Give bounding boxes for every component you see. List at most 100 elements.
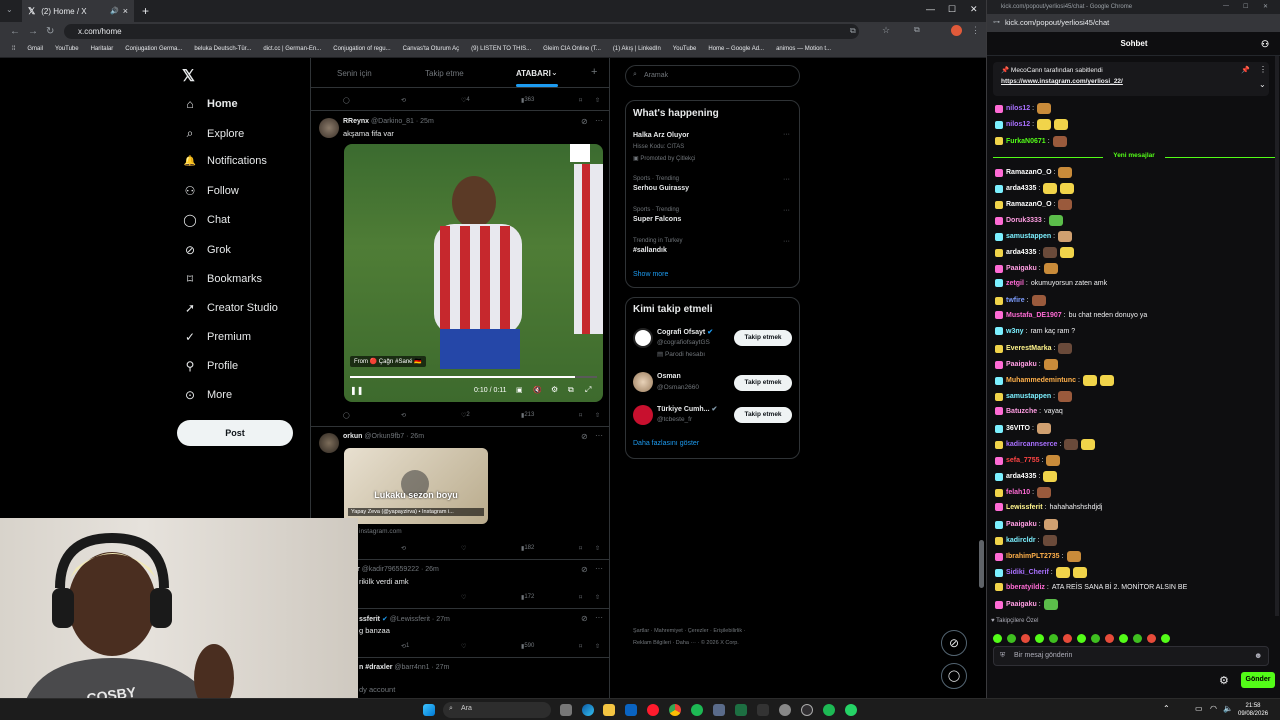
chat-message[interactable]: Paaigaku:	[995, 263, 1058, 274]
grok-icon[interactable]: ⊘	[581, 565, 588, 574]
chat-message[interactable]: 36VITO:	[995, 423, 1051, 434]
tab-close-icon[interactable]: ×	[123, 6, 128, 16]
show-more-link[interactable]: Show more	[633, 271, 668, 278]
emote-icon[interactable]	[1066, 551, 1081, 562]
tray-chevron-icon[interactable]: ⌃	[1163, 704, 1170, 713]
chat-message[interactable]: Lewissferit: hahahahshshdjdj	[995, 503, 1102, 511]
chat-message[interactable]: kadircannserce:	[995, 439, 1096, 450]
quick-emote-icon[interactable]	[993, 634, 1002, 643]
nav-explore[interactable]: ⌕ Explore	[183, 126, 245, 141]
tweet-author[interactable]: ssferit	[359, 616, 380, 623]
windows-start-icon[interactable]	[423, 704, 435, 716]
x-home-logo-icon[interactable]: 𝕏	[182, 66, 195, 86]
edge-icon[interactable]	[582, 704, 594, 716]
tweet-author[interactable]: n #draxler	[359, 664, 392, 671]
tab-for-you[interactable]: Senin için	[337, 69, 372, 78]
nav-premium[interactable]: ✓ Premium	[183, 330, 251, 344]
nav-chat[interactable]: ◯ Chat	[183, 213, 230, 227]
nav-creator-studio[interactable]: ➚ Creator Studio	[183, 301, 278, 315]
views-icon[interactable]: ▮ 590	[521, 643, 534, 650]
avatar[interactable]	[633, 372, 653, 392]
trend-title[interactable]: Super Falcons	[633, 216, 681, 223]
chat-username[interactable]: Muhammedemintunc	[1006, 377, 1076, 384]
bookmark-icon[interactable]: ⌑	[579, 594, 582, 601]
bookmark-icon[interactable]: ⌑	[579, 412, 582, 419]
chat-username[interactable]: Lewissferit	[1006, 504, 1043, 511]
chat-username[interactable]: IbrahimPLT2735	[1006, 553, 1060, 560]
emote-icon[interactable]	[1037, 103, 1052, 114]
chat-message[interactable]: Mustafa_DE1907: bu chat neden donuyo ya	[995, 311, 1147, 319]
suggest-name[interactable]: Cografi Ofsayt ✔	[657, 328, 713, 336]
bookmark-item[interactable]: beluka Deutsch-Tür...	[194, 46, 251, 52]
bookmark-item[interactable]: (9) LISTEN TO THIS...	[471, 46, 531, 52]
video-progress[interactable]	[350, 376, 597, 378]
tab-atabari[interactable]: ATABARI	[516, 69, 551, 78]
follow-button[interactable]: Takip etmek	[734, 375, 792, 391]
chat-username[interactable]: Mustafa_DE1907	[1006, 312, 1062, 319]
quick-emote-icon[interactable]	[1035, 634, 1044, 643]
chat-message[interactable]: samustappen:	[995, 231, 1073, 242]
bookmark-icon[interactable]: ⌑	[579, 643, 582, 650]
new-tab-button[interactable]: +	[142, 4, 149, 18]
suggest-name[interactable]: Osman	[657, 373, 681, 380]
trend-title[interactable]: Serhou Guirassy	[633, 185, 689, 192]
chat-username[interactable]: samustappen	[1006, 393, 1051, 400]
reload-icon[interactable]: ↻	[46, 26, 54, 37]
spotify-icon[interactable]	[691, 704, 703, 716]
more-icon[interactable]: ···	[595, 564, 603, 573]
emote-icon[interactable]	[1043, 247, 1058, 258]
chat-message[interactable]: RamazanO_O:	[995, 167, 1073, 178]
retweet-icon[interactable]: ⟲	[401, 97, 406, 104]
bookmark-item[interactable]: YouTube	[673, 46, 697, 52]
share-icon[interactable]: ⇧	[595, 643, 600, 650]
chat-message[interactable]: arda4335:	[995, 183, 1075, 194]
chat-username[interactable]: felah10	[1006, 489, 1030, 496]
tab-x-home[interactable]: 𝕏 (2) Home / X 🔊 ×	[22, 0, 134, 22]
nav-notifications[interactable]: 🔔 Notifications	[183, 155, 267, 167]
bookmark-item[interactable]: Home – Google Ad...	[708, 46, 764, 52]
scrollbar[interactable]	[979, 540, 984, 588]
taskbar-clock[interactable]: 21:58 09/08/2026	[1238, 702, 1268, 718]
chat-message[interactable]: arda4335:	[995, 247, 1075, 258]
views-icon[interactable]: ▮ 363	[521, 97, 534, 104]
trend-title[interactable]: #sallandık	[633, 247, 667, 254]
tab-search-icon[interactable]: ⌄	[6, 5, 13, 14]
suggest-name[interactable]: Türkiye Cumh... ✔	[657, 405, 717, 413]
trend-title[interactable]: Halka Arz Oluyor	[633, 132, 689, 139]
chat-username[interactable]: kadircldr	[1006, 537, 1036, 544]
bookmark-item[interactable]: Gmail	[27, 46, 43, 52]
chat-message[interactable]: twfire:	[995, 295, 1046, 306]
menu-dots-icon[interactable]: ⋮	[971, 25, 980, 36]
tweet-video[interactable]: From 🔴 Çağrı #Sané 🇩🇪 ❚❚ 0:10 / 0:11 ▣ 🔇…	[344, 144, 603, 402]
chat-username[interactable]: sefa_7755	[1006, 457, 1039, 464]
grok-icon[interactable]: ⊘	[581, 614, 588, 623]
chat-username[interactable]: nilos12	[1006, 105, 1030, 112]
chat-scrollbar[interactable]	[1275, 56, 1279, 616]
chat-message[interactable]: kadircldr:	[995, 535, 1057, 546]
chat-username[interactable]: samustappen	[1006, 233, 1051, 240]
like-icon[interactable]: ♡ 4	[461, 97, 470, 104]
emote-icon[interactable]	[1043, 471, 1058, 482]
close-window-button[interactable]: ✕	[1263, 3, 1268, 10]
views-icon[interactable]: ▮ 172	[521, 594, 534, 601]
maximize-button[interactable]: ☐	[948, 4, 956, 15]
emote-icon[interactable]	[1060, 247, 1075, 258]
translate-icon[interactable]: ⧉	[850, 26, 856, 36]
chat-message-input[interactable]: ⛨ Bir mesaj gönderin ☻	[993, 646, 1269, 666]
spotify-icon[interactable]	[823, 704, 835, 716]
chat-message[interactable]: arda4335:	[995, 471, 1058, 482]
grok-float-button[interactable]: ⊘	[941, 630, 967, 656]
chat-username[interactable]: zetgil	[1006, 280, 1024, 287]
chat-username[interactable]: arda4335	[1006, 473, 1036, 480]
emote-icon[interactable]	[1043, 519, 1058, 530]
bookmark-item[interactable]: animos — Motion t...	[776, 46, 831, 52]
extension-icon[interactable]: ⧉	[914, 25, 920, 35]
quick-emote-icon[interactable]	[1007, 634, 1016, 643]
whatsapp-icon[interactable]	[845, 704, 857, 716]
more-icon[interactable]: ···	[783, 238, 790, 245]
forward-arrow-icon[interactable]: →	[28, 26, 38, 37]
pause-icon[interactable]: ❚❚	[350, 386, 363, 395]
star-icon[interactable]: ☆	[882, 25, 890, 36]
more-icon[interactable]: ···	[783, 131, 790, 138]
more-icon[interactable]: ···	[783, 176, 790, 183]
